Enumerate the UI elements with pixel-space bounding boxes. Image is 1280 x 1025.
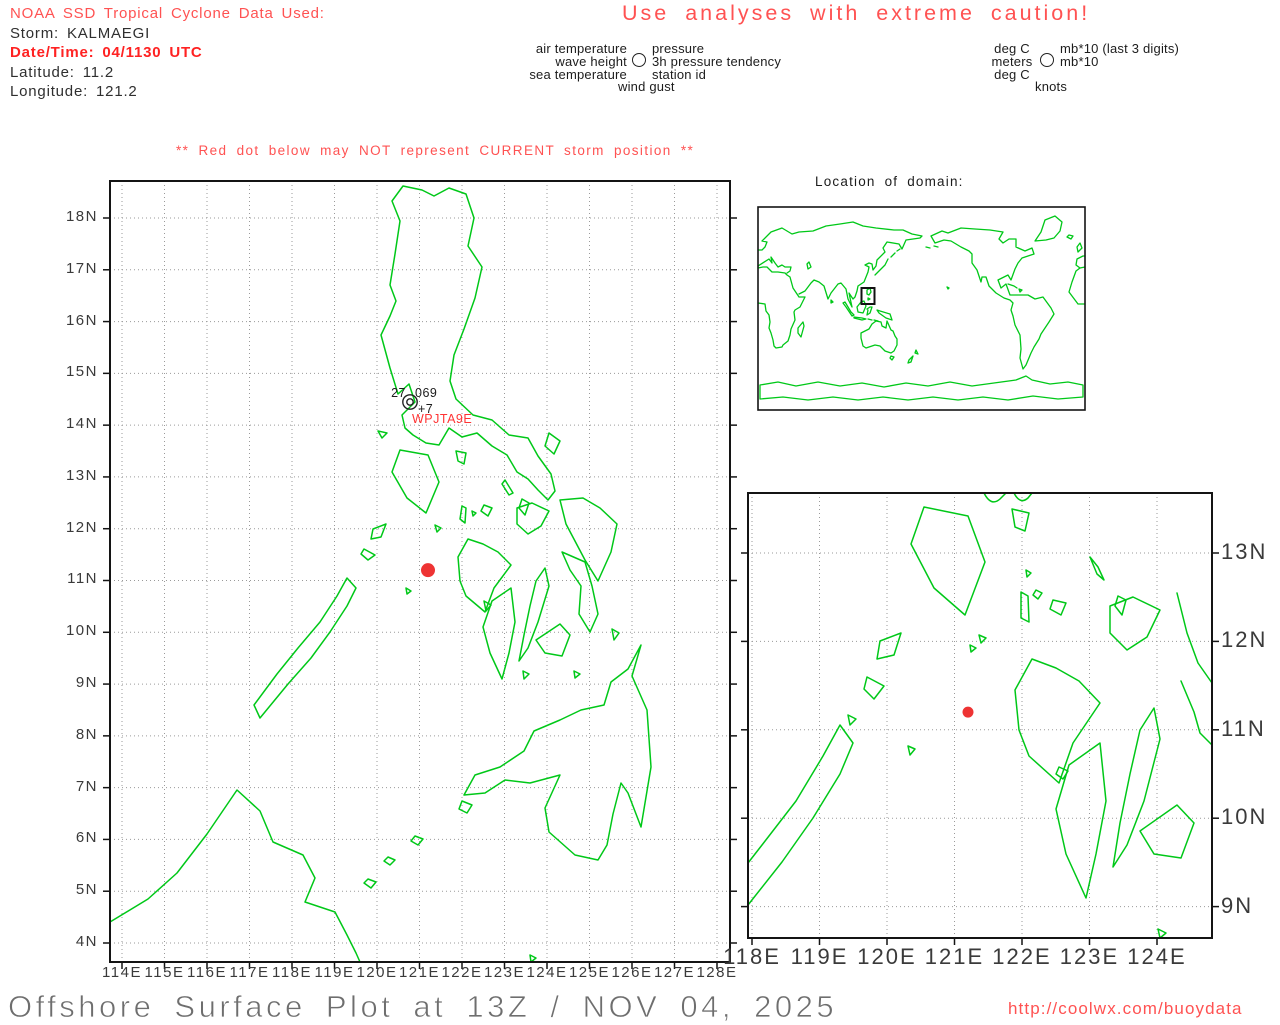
y-tick-label: 10N	[65, 622, 98, 640]
storm-name-line: Storm: KALMAEGI	[10, 24, 151, 42]
y-tick-label: 12N	[65, 518, 98, 536]
x-tick-label: 119E	[790, 944, 849, 969]
y-tick-label: 11N	[67, 570, 98, 588]
noaa-source-line: NOAA SSD Tropical Cyclone Data Used:	[10, 5, 325, 22]
y-tick-label: 16N	[65, 311, 98, 329]
y-tick-label: 9N	[75, 674, 98, 692]
y-tick-label: 5N	[75, 881, 98, 899]
world-map-frame	[757, 206, 1086, 411]
y-tick-label: 18N	[65, 208, 98, 225]
main-map: 27 069 +7 WPJTA9E	[103, 180, 737, 969]
x-tick-label: 121E	[924, 944, 985, 969]
units-legend: deg Cmb*10 (last 3 digits) meters mb*10 deg…	[960, 39, 1280, 103]
y-tick-label: 6N	[75, 829, 98, 847]
plot-title: Offshore Surface Plot at 13Z / NOV 04, 2…	[8, 989, 838, 1025]
units-legend-right-label: mb*10	[1060, 53, 1099, 69]
units-legend-right-label: knots	[1035, 79, 1068, 95]
station-inner-circle-icon	[406, 398, 414, 406]
zoom-map	[741, 492, 1219, 945]
y-tick-label: 7N	[75, 777, 98, 795]
y-tick-label: 11N	[1221, 715, 1266, 741]
storm-position-warning: ** Red dot below may NOT represent CURRE…	[176, 143, 695, 158]
y-tick-label: 10N	[1221, 804, 1268, 830]
x-tick-label: 120E	[857, 944, 917, 969]
y-tick-label: 12N	[1221, 627, 1268, 653]
datetime-line: Date/Time: 04/1130 UTC	[10, 44, 203, 61]
x-tick-label: 122E	[992, 944, 1052, 969]
y-tick-label: 13N	[65, 466, 98, 484]
main-map-grid	[103, 181, 737, 969]
coastline-world	[757, 215, 1086, 401]
main-map-frame	[109, 180, 731, 963]
coastline-philippines	[109, 185, 652, 963]
station-id: WPJTA9E	[412, 412, 472, 426]
y-tick-label: 17N	[65, 259, 98, 277]
station-air-temp: 27	[391, 386, 406, 400]
source-url: http://coolwx.com/buoydata	[1008, 999, 1243, 1018]
location-of-domain-label: Location of domain:	[815, 174, 964, 189]
storm-position-dot	[421, 563, 435, 578]
y-tick-label: 9N	[1221, 892, 1254, 918]
station-pressure: 069	[415, 386, 437, 400]
offshore-surface-plot-page: { "header": { "noaa_line": "NOAA SSD Tro…	[0, 0, 1280, 1024]
storm-info-block: NOAA SSD Tropical Cyclone Data Used: Sto…	[10, 4, 325, 102]
x-tick-label: 124E	[1127, 944, 1187, 969]
x-tick-label: 123E	[1059, 944, 1120, 969]
y-tick-label: 15N	[65, 363, 98, 381]
station-model-legend: air temperature pressure wave height 3h pre…	[500, 39, 860, 103]
station-circle-icon	[632, 53, 646, 67]
storm-position-dot	[962, 706, 974, 718]
latitude-line: Latitude: 11.2	[10, 63, 114, 81]
zoom-map-frame	[747, 492, 1213, 939]
station-legend-right-label: wind gust	[618, 79, 675, 95]
longitude-line: Longitude: 121.2	[10, 83, 138, 100]
y-tick-label: 4N	[75, 932, 98, 950]
coastline-zoom	[747, 492, 1213, 939]
y-tick-label: 13N	[1221, 539, 1268, 564]
world-inset-map	[757, 206, 1086, 411]
x-tick-label: 118E	[723, 944, 781, 969]
caution-headline: Use analyses with extreme caution!	[622, 1, 1091, 25]
station-legend-left-label: sea temperature	[529, 66, 627, 82]
y-tick-label: 8N	[75, 725, 98, 743]
y-tick-label: 14N	[65, 415, 98, 433]
